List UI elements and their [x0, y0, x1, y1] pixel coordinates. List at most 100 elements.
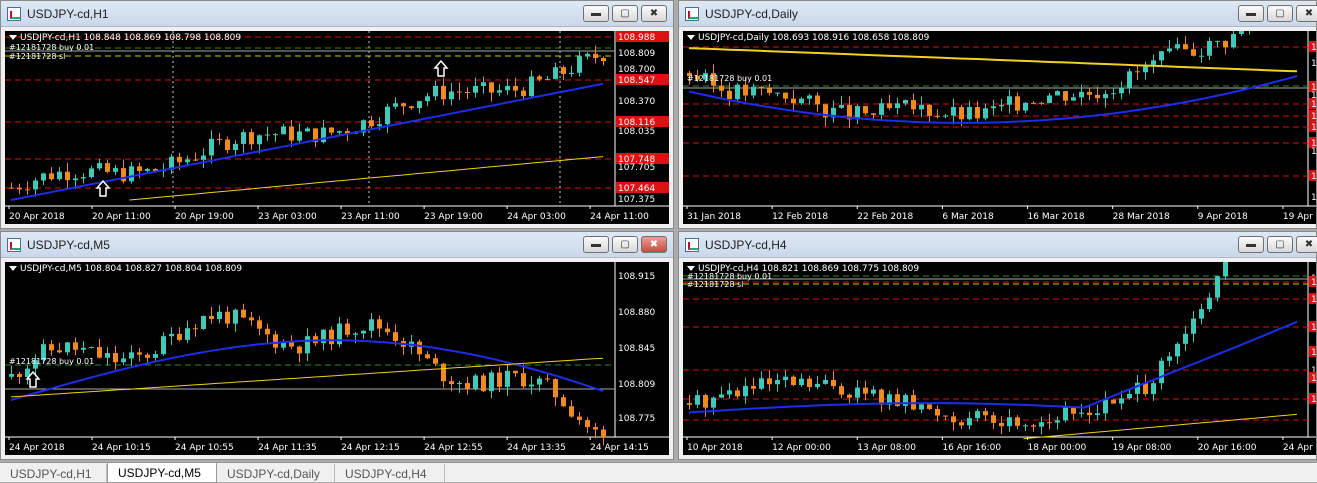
candle-body	[425, 354, 430, 359]
candle-body	[337, 131, 342, 133]
candle-body	[249, 132, 254, 145]
window-titlebar[interactable]: USDJPY-cd,H4 ▬ ▢ ✖	[679, 232, 1317, 258]
candle-body	[983, 108, 988, 119]
tab-usdjpy-h4[interactable]: USDJPY-cd,H4	[335, 464, 445, 483]
candle-body	[121, 358, 126, 363]
candle-body	[105, 353, 110, 358]
candle-body	[791, 98, 796, 104]
candle-body	[879, 389, 884, 405]
chart-window-daily[interactable]: USDJPY-cd,Daily ▬ ▢ ✖ 11011011111011031 …	[678, 0, 1317, 229]
candle-body	[1183, 333, 1188, 344]
candle-body	[441, 85, 446, 100]
candle-body	[57, 171, 62, 180]
price-chart[interactable]: 11011011111011031 Jan 201812 Feb 201822 …	[683, 31, 1316, 224]
candle-body	[113, 168, 118, 172]
candle-body	[225, 139, 230, 151]
time-label: 19 Apr 2018	[1283, 212, 1316, 222]
minimize-button[interactable]: ▬	[583, 5, 609, 22]
chart-window-h4[interactable]: USDJPY-cd,H4 ▬ ▢ ✖ 101111101110 Apr 2018…	[678, 231, 1317, 460]
candle-body	[1055, 420, 1060, 423]
candle-body	[425, 96, 430, 102]
maximize-button[interactable]: ▢	[1267, 236, 1293, 253]
candle-body	[1103, 399, 1108, 414]
dropdown-arrow-icon[interactable]	[687, 266, 695, 271]
time-label: 24 Apr 12:55	[424, 443, 483, 453]
chart-header: USDJPY-cd,H1 108.848 108.869 108.798 108…	[9, 33, 241, 43]
close-button[interactable]: ✖	[1296, 5, 1317, 22]
price-label: 1	[1311, 172, 1316, 182]
close-button[interactable]: ✖	[1296, 236, 1317, 253]
dropdown-arrow-icon[interactable]	[687, 35, 695, 40]
maximize-button[interactable]: ▢	[612, 5, 638, 22]
price-chart[interactable]: 108.988 108.809 108.700 108.547 108.370 108.1…	[5, 31, 669, 224]
candle-body	[545, 378, 550, 380]
candle-body	[457, 91, 462, 93]
candle-body	[863, 387, 868, 394]
candle-body	[233, 309, 238, 324]
candle-body	[1063, 91, 1068, 101]
candle-body	[385, 328, 390, 333]
candle-body	[577, 416, 582, 421]
candle-body	[1215, 276, 1220, 298]
candle-body	[1031, 425, 1036, 427]
candle-body	[513, 370, 518, 374]
window-titlebar[interactable]: USDJPY-cd,Daily ▬ ▢ ✖	[679, 1, 1317, 27]
maximize-button[interactable]: ▢	[1267, 5, 1293, 22]
chart-canvas: 108.915 108.880 108.845 108.809 108.775 24 Ap…	[5, 262, 669, 453]
price-label: 108.035	[618, 127, 655, 137]
candle-body	[49, 344, 54, 351]
minimize-button[interactable]: ▬	[1238, 236, 1264, 253]
price-chart[interactable]: 108.915 108.880 108.845 108.809 108.775 24 Ap…	[5, 262, 669, 455]
candle-body	[577, 56, 582, 73]
candle-body	[1103, 94, 1108, 99]
window-titlebar[interactable]: USDJPY-cd,M5 ▬ ▢ ✖	[1, 232, 673, 258]
candle-body	[927, 104, 932, 116]
candle-body	[505, 370, 510, 387]
candle-body	[799, 98, 804, 104]
window-titlebar[interactable]: USDJPY-cd,H1 ▬ ▢ ✖	[1, 1, 673, 27]
minimize-button[interactable]: ▬	[583, 236, 609, 253]
candle-body	[137, 166, 142, 172]
price-label: 1	[1311, 395, 1316, 405]
candle-body	[137, 352, 142, 355]
time-label: 24 Apr 10:55	[175, 443, 234, 453]
candle-body	[465, 91, 470, 93]
dropdown-arrow-icon[interactable]	[9, 35, 17, 40]
candle-body	[967, 418, 972, 426]
candle-body	[919, 104, 924, 110]
chart-window-h1[interactable]: USDJPY-cd,H1 ▬ ▢ ✖ 108.988 108.809 108.700…	[0, 0, 674, 229]
ma-fast-line	[10, 82, 604, 201]
tab-usdjpy-daily[interactable]: USDJPY-cd,Daily	[217, 464, 335, 483]
candle-body	[831, 379, 836, 387]
candle-body	[561, 397, 566, 407]
price-chart[interactable]: 101111101110 Apr 201812 Apr 00:0013 Apr …	[683, 262, 1316, 455]
candle-body	[537, 76, 542, 80]
dropdown-arrow-icon[interactable]	[9, 266, 17, 271]
price-label: 107.705	[618, 163, 655, 173]
candle-body	[783, 92, 788, 99]
close-button[interactable]: ✖	[641, 236, 667, 253]
time-label: 24 Apr 03:00	[507, 212, 566, 222]
chart-window-m5[interactable]: USDJPY-cd,M5 ▬ ▢ ✖ 108.915 108.880 108.845…	[0, 231, 674, 460]
maximize-button[interactable]: ▢	[612, 236, 638, 253]
time-label: 12 Feb 2018	[772, 212, 828, 222]
candle-body	[417, 341, 422, 355]
price-label: 1	[1311, 295, 1316, 305]
candle-body	[719, 85, 724, 91]
candle-body	[441, 363, 446, 382]
price-label: 107.375	[618, 195, 655, 205]
price-label: 108.845	[618, 344, 655, 354]
window-title: USDJPY-cd,H1	[27, 7, 109, 21]
price-label: 107.464	[618, 184, 655, 194]
tab-usdjpy-m5[interactable]: USDJPY-cd,M5	[107, 463, 217, 483]
candle-body	[497, 90, 502, 93]
minimize-button[interactable]: ▬	[1238, 5, 1264, 22]
candle-body	[329, 329, 334, 345]
candle-body	[999, 422, 1004, 427]
candle-body	[529, 384, 534, 387]
tab-usdjpy-h1[interactable]: USDJPY-cd,H1	[0, 464, 107, 483]
candle-body	[943, 415, 948, 417]
candle-body	[935, 408, 940, 416]
close-button[interactable]: ✖	[641, 5, 667, 22]
candle-body	[209, 138, 214, 156]
